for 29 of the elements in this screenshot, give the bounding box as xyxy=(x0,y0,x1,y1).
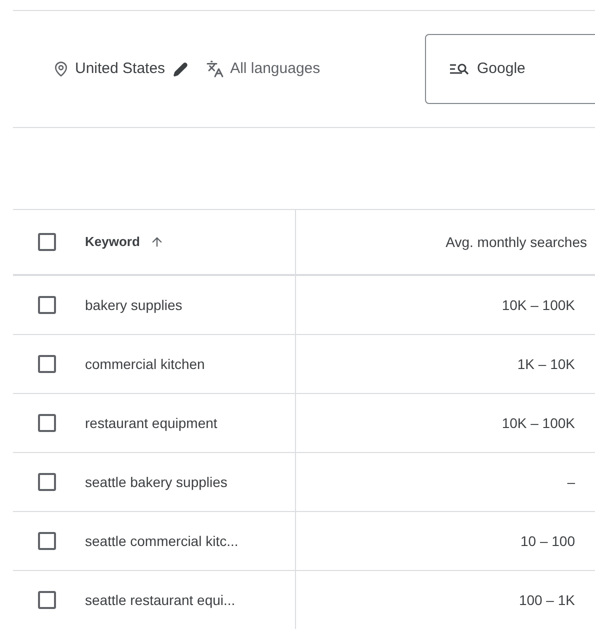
checkbox[interactable] xyxy=(38,414,56,432)
keyword-cell-text: commercial kitchen xyxy=(85,354,205,374)
sort-arrow-icon[interactable] xyxy=(150,235,164,249)
keyword-cell-text: seattle commercial kitc... xyxy=(85,532,238,550)
searches-cell-text: 10 – 100 xyxy=(520,532,575,550)
keyword-cell-text: restaurant equipment xyxy=(85,414,218,433)
network-selector[interactable]: Google xyxy=(425,34,595,104)
checkbox[interactable] xyxy=(38,591,56,609)
column-header[interactable]: Avg. monthly searches xyxy=(446,232,587,252)
keyword-cell-text: seattle restaurant equi... xyxy=(85,590,236,610)
language-label: All languages xyxy=(230,58,320,79)
column-header[interactable]: Keyword xyxy=(85,232,140,252)
searches-cell-text: 1K – 10K xyxy=(517,354,575,374)
checkbox[interactable] xyxy=(38,233,56,251)
keyword-cell-text: seattle bakery supplies xyxy=(85,472,228,492)
checkbox[interactable] xyxy=(38,473,56,491)
edit-pencil-icon[interactable] xyxy=(173,62,188,76)
translate-icon xyxy=(206,60,224,78)
searches-cell-text: 10K – 100K xyxy=(502,296,575,314)
searches-cell-text: 10K – 100K xyxy=(502,414,575,432)
search-list-icon xyxy=(449,62,469,76)
searches-cell-text: – xyxy=(567,472,575,492)
searches-cell-text: 100 – 1K xyxy=(518,590,575,610)
keyword-cell-text: bakery supplies xyxy=(85,296,182,315)
checkbox[interactable] xyxy=(38,355,56,373)
location-label: United States xyxy=(75,58,166,79)
location-pin-icon xyxy=(53,61,69,77)
checkbox[interactable] xyxy=(38,296,56,314)
checkbox[interactable] xyxy=(38,532,56,550)
